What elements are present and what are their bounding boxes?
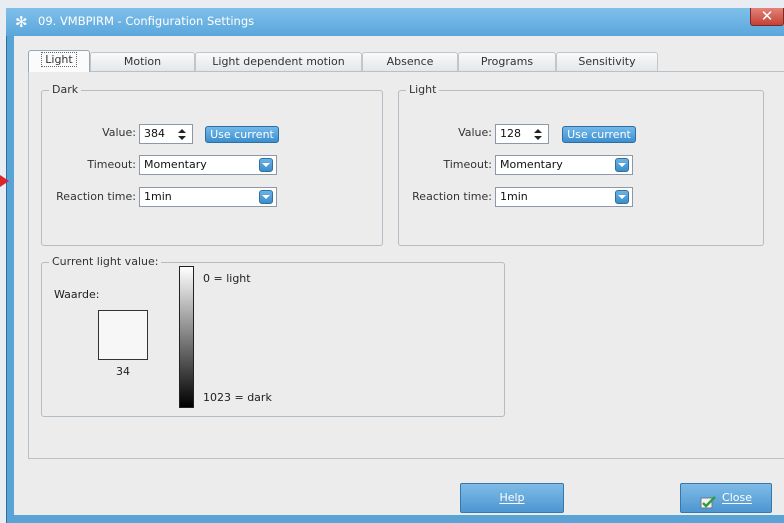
light-scale-gradient [179,266,194,408]
light-group-legend: Light [406,83,440,96]
light-timeout-value: Momentary [500,158,563,171]
waarde-label: Waarde: [54,288,100,301]
help-button-label: Help [499,491,525,504]
footer [14,470,784,515]
light-value-stepper[interactable]: 128 [495,124,549,144]
tab-motion[interactable]: Motion [90,52,195,71]
tab-label: Sensitivity [578,55,636,68]
light-reaction-label: Reaction time: [412,190,492,203]
spin-up-icon[interactable] [178,129,186,133]
dark-value-label: Value: [102,126,136,139]
spin-up-icon[interactable] [534,129,542,133]
light-value-label: Value: [458,126,492,139]
current-light-legend: Current light value: [49,255,162,268]
light-reading: 34 [116,365,130,378]
dark-use-current-button[interactable]: Use current [205,126,279,143]
chevron-down-icon[interactable] [259,190,273,204]
dark-reaction-label: Reaction time: [56,190,136,203]
dark-value: 384 [144,127,165,140]
tab-light[interactable]: Light [28,50,90,72]
dark-reaction-select[interactable]: 1min [139,187,277,207]
light-swatch [98,310,148,360]
dark-group: Dark Value: 384 Use current Timeout: Mom… [41,83,383,246]
dark-group-legend: Dark [49,83,82,96]
tab-label: Light dependent motion [212,55,345,68]
help-button[interactable]: Help [460,483,564,513]
dark-timeout-value: Momentary [144,158,207,171]
window-close-button[interactable]: ✕ [750,8,784,26]
window-title: 09. VMBPIRM - Configuration Settings [38,14,255,28]
tab-light-dependent-motion[interactable]: Light dependent motion [195,52,362,71]
chevron-down-icon[interactable] [615,158,629,172]
current-light-group: Current light value: Waarde: 34 0 = ligh… [41,255,505,417]
light-reaction-select[interactable]: 1min [495,187,633,207]
arrow-marker-icon [0,175,9,187]
scale-bottom-label: 1023 = dark [203,391,272,404]
spin-down-icon[interactable] [178,136,186,140]
check-icon [700,492,716,508]
tab-programs[interactable]: Programs [458,52,556,71]
tab-label: Absence [386,55,434,68]
spin-down-icon[interactable] [534,136,542,140]
close-button[interactable]: Close [680,483,772,513]
tab-sensitivity[interactable]: Sensitivity [556,52,658,71]
tab-label: Motion [123,55,162,68]
scale-top-label: 0 = light [203,272,251,285]
dark-timeout-select[interactable]: Momentary [139,155,277,175]
light-reaction-value: 1min [500,190,528,203]
dark-reaction-value: 1min [144,190,172,203]
tab-absence[interactable]: Absence [362,52,458,71]
light-value: 128 [500,127,521,140]
tab-label: Programs [480,55,534,68]
tab-label: Light [41,52,77,67]
light-group: Light Value: 128 Use current Timeout: Mo… [398,83,764,246]
dark-value-stepper[interactable]: 384 [139,124,193,144]
close-button-label: Close [722,491,752,504]
chevron-down-icon[interactable] [615,190,629,204]
light-use-current-button[interactable]: Use current [562,126,636,143]
dark-timeout-label: Timeout: [87,158,136,171]
light-timeout-select[interactable]: Momentary [495,155,633,175]
light-timeout-label: Timeout: [443,158,492,171]
chevron-down-icon[interactable] [259,158,273,172]
gear-icon: ✻ [15,13,28,31]
tab-panel: Dark Value: 384 Use current Timeout: Mom… [28,71,784,459]
